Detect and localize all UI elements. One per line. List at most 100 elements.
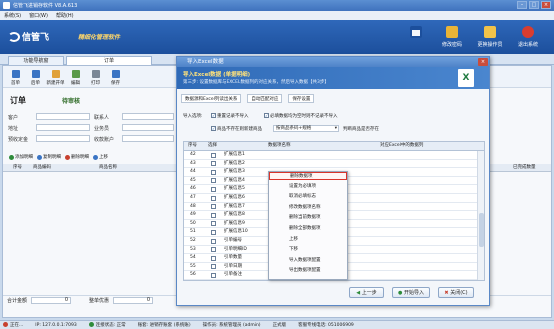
row-field-name: 引单明细ID [224, 246, 247, 252]
context-menu-item[interactable]: 导入数据项配置 [269, 257, 347, 265]
row-field-name: 引单日期 [224, 263, 242, 269]
row-select-checkbox[interactable] [211, 212, 216, 218]
mapping-row[interactable]: 43 扩展信息2 [184, 160, 484, 169]
logo: 信管飞 [8, 30, 49, 43]
customer-input[interactable] [36, 113, 90, 120]
context-menu-item[interactable]: 设置为必填项 [269, 183, 347, 191]
close-window-button[interactable]: × [541, 1, 551, 9]
context-menu-item[interactable]: 上移 [269, 236, 347, 244]
row-no: 53 [190, 246, 196, 252]
row-field-name: 扩展信息6 [224, 195, 245, 200]
col-field: 数据项名称 [268, 143, 291, 148]
save-settings-button[interactable]: 保存设置 [288, 94, 315, 103]
row-field-name: 扩展信息2 [224, 160, 245, 166]
option-skip-empty[interactable]: ✓ 必填数据均为空时则不记录不导入 [264, 113, 338, 119]
delete-line-button[interactable]: 删除明细 [65, 154, 89, 160]
tab-navigation[interactable]: 功能导航窗 [8, 56, 64, 65]
row-no: 54 [190, 255, 196, 261]
prev-step-button[interactable]: ◀ 上一步 [349, 287, 384, 298]
close-dialog-button[interactable]: ✖ 关闭(C) [438, 287, 474, 298]
match-key-select[interactable]: 按商品条码+规格 ▾ [273, 125, 339, 132]
row-select-checkbox[interactable] [211, 161, 216, 167]
dialog-close-icon[interactable]: × [478, 58, 488, 66]
checkbox-icon: ✓ [264, 113, 269, 118]
step-source-button[interactable]: 数据源和Excel列读出关系 [181, 94, 242, 103]
option-skip-duplicate[interactable]: ✓ 重置记录不导入 [211, 113, 249, 119]
row-select-checkbox[interactable] [211, 195, 216, 201]
top-button-grid[interactable] [398, 26, 434, 52]
next-button[interactable]: 后单 [26, 66, 45, 87]
context-menu-item[interactable]: 删除当前数据项 [269, 214, 347, 222]
row-no: 42 [190, 152, 196, 157]
save-icon [111, 70, 120, 78]
save-button[interactable]: 保存 [106, 66, 125, 87]
row-select-checkbox[interactable] [211, 238, 216, 244]
copy-icon [37, 154, 42, 160]
printer-icon [91, 70, 100, 78]
field-customer-label: 客户 [8, 115, 19, 121]
account-input[interactable] [122, 135, 174, 142]
up-arrow-icon [93, 154, 98, 160]
row-no: 45 [190, 177, 196, 183]
context-menu-item[interactable]: 下移 [269, 246, 347, 254]
option-create-product[interactable]: ✓ 商品不存在则新建商品 [211, 126, 262, 132]
menu-system[interactable]: 系统(S) [4, 12, 21, 19]
row-select-checkbox[interactable] [211, 255, 216, 261]
context-menu-item[interactable]: 取消必填标志 [269, 193, 347, 201]
row-select-checkbox[interactable] [211, 204, 216, 210]
discount-value[interactable]: 0 [113, 297, 154, 304]
row-no: 50 [190, 220, 196, 226]
field-salesman-label: 业务员 [94, 126, 110, 132]
col-no: 序号 [13, 165, 22, 170]
row-no: 56 [190, 272, 196, 278]
context-menu-item[interactable]: 删除全部数据项 [269, 225, 347, 233]
row-select-checkbox[interactable] [211, 229, 216, 235]
address-input[interactable] [36, 124, 90, 131]
switch-operator-button[interactable]: 更换操作员 [472, 26, 508, 52]
contact-input[interactable] [122, 113, 174, 120]
field-contact-label: 联系人 [94, 115, 110, 121]
minimize-button[interactable]: – [517, 1, 527, 9]
start-import-button[interactable]: ● 开始导入 [392, 287, 430, 298]
user-switch-icon [484, 26, 496, 38]
dialog-step-buttons: 数据源和Excel列读出关系 自动匹配对应 保存设置 [181, 94, 315, 103]
context-menu-item[interactable]: 导出数据项配置 [269, 267, 347, 275]
row-field-name: 扩展信息10 [224, 229, 248, 235]
scroll-thumb[interactable] [479, 213, 484, 247]
order-title: 订单 [10, 96, 26, 105]
context-menu-item[interactable]: 删除数据项 [269, 172, 347, 180]
maximize-button[interactable]: □ [529, 1, 539, 9]
row-select-checkbox[interactable] [211, 152, 216, 158]
row-select-checkbox[interactable] [211, 169, 216, 175]
row-select-checkbox[interactable] [211, 178, 216, 184]
mapping-scrollbar[interactable] [477, 151, 484, 280]
row-field-name: 引单编号 [224, 238, 242, 243]
row-select-checkbox[interactable] [211, 264, 216, 270]
context-menu-item[interactable]: 修改数据项名称 [269, 204, 347, 212]
row-select-checkbox[interactable] [211, 272, 216, 278]
row-select-checkbox[interactable] [211, 247, 216, 253]
copy-line-button[interactable]: 复制明细 [37, 154, 61, 160]
change-password-button[interactable]: 修改密码 [434, 26, 470, 52]
lines-toolbar: 添加明细 复制明细 删除明细 上移 [3, 152, 178, 162]
edit-button[interactable]: 编辑 [66, 66, 85, 87]
row-select-checkbox[interactable] [211, 221, 216, 227]
exit-button[interactable]: 退出系统 [510, 26, 546, 52]
row-field-name: 扩展信息5 [224, 186, 245, 192]
row-field-name: 引单备注 [224, 272, 242, 278]
first-button[interactable]: 首单 [6, 66, 25, 87]
new-order-button[interactable]: 新建开单 [46, 66, 65, 87]
add-line-button[interactable]: 添加明细 [9, 154, 33, 160]
tab-order[interactable]: 订单 [66, 56, 152, 65]
salesman-input[interactable] [122, 124, 174, 131]
slogan: 精细化管理软件 [78, 34, 121, 41]
move-up-button[interactable]: 上移 [93, 154, 108, 160]
discount-label: 整单优惠 [89, 298, 110, 304]
print-button[interactable]: 打印 [86, 66, 105, 87]
auto-match-button[interactable]: 自动匹配对应 [247, 94, 283, 103]
mapping-row[interactable]: 42 扩展信息1 [184, 151, 484, 160]
row-select-checkbox[interactable] [211, 186, 216, 192]
deposit-input[interactable] [36, 135, 90, 142]
menu-window[interactable]: 窗口(W) [29, 12, 48, 19]
menu-help[interactable]: 帮助(H) [56, 12, 74, 19]
